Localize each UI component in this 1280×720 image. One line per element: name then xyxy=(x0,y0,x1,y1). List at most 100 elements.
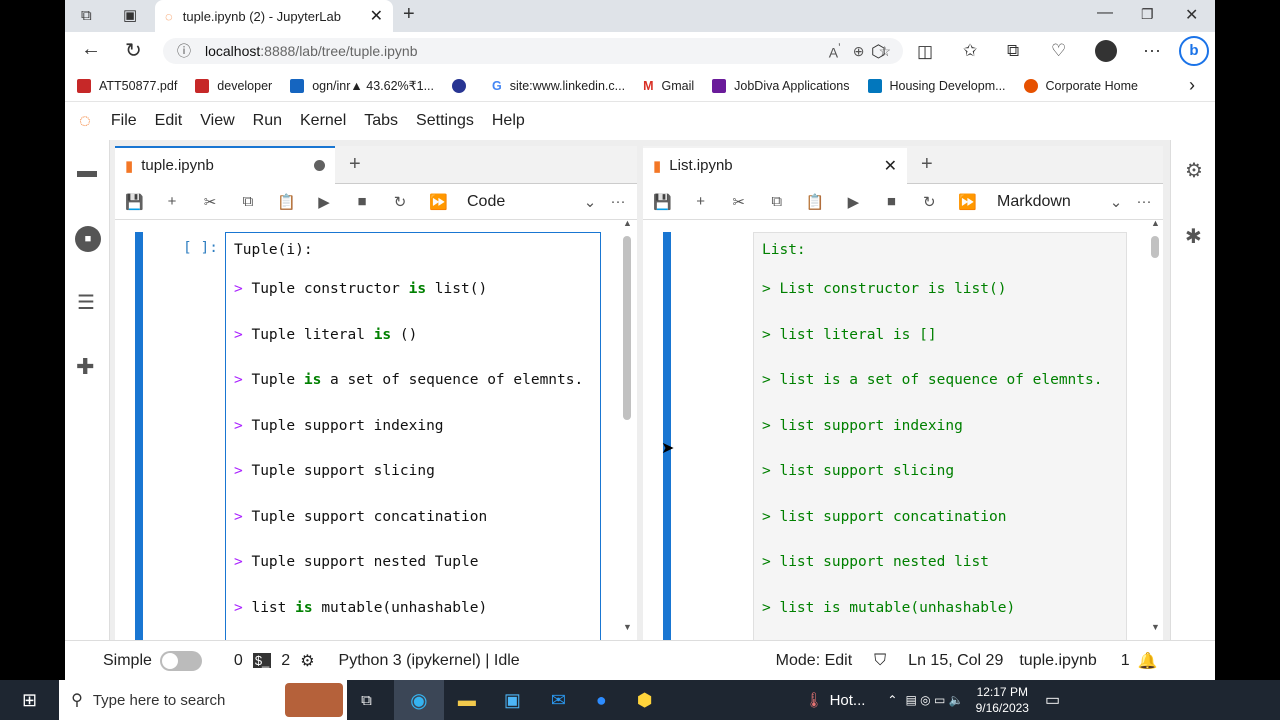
file-explorer-icon[interactable]: ▬ xyxy=(458,690,476,711)
folder-icon[interactable]: ▬ xyxy=(77,160,97,183)
close-icon[interactable]: ✕ xyxy=(884,156,897,176)
split-screen-icon[interactable]: ◫ xyxy=(917,42,933,62)
new-tab-icon[interactable]: + xyxy=(403,3,415,26)
browser-tab[interactable]: ◌ tuple.ipynb (2) - JupyterLab ✕ xyxy=(155,0,393,32)
stop-icon[interactable]: ■ xyxy=(353,193,371,210)
bing-icon[interactable]: b xyxy=(1179,36,1209,66)
bookmark-item[interactable]: ATT50877.pdf xyxy=(77,78,177,93)
restart-icon[interactable]: ↻ xyxy=(391,193,409,211)
bell-icon[interactable]: 🔔 xyxy=(1138,651,1158,671)
cursor-position[interactable]: Ln 15, Col 29 xyxy=(908,652,1003,670)
weather-text[interactable]: Hot... xyxy=(830,692,866,709)
save-icon[interactable]: 💾 xyxy=(125,193,144,211)
running-kernels-icon[interactable]: ■ xyxy=(75,226,101,252)
tab-actions-icon[interactable]: ▣ xyxy=(123,6,137,24)
bookmark-item[interactable]: M Gmail xyxy=(643,79,694,93)
more-options-icon[interactable]: ··· xyxy=(1143,40,1161,61)
favorites-icon[interactable]: ✩ xyxy=(963,41,977,61)
more-icon[interactable]: ··· xyxy=(1135,193,1153,210)
menu-view[interactable]: View xyxy=(200,112,234,130)
simple-mode-toggle[interactable] xyxy=(159,650,202,671)
mail-icon[interactable]: ✉ xyxy=(551,690,566,711)
chevron-right-icon[interactable]: › xyxy=(1189,75,1195,96)
close-tab-icon[interactable]: ✕ xyxy=(370,6,383,26)
insert-cell-icon[interactable]: + xyxy=(163,193,181,210)
cell-type-select[interactable]: Code xyxy=(467,193,561,211)
clock[interactable]: 12:17 PM 9/16/2023 xyxy=(976,684,1029,716)
read-aloud-icon[interactable]: Aʼ xyxy=(829,42,841,61)
bookmark-item[interactable]: JobDiva Applications xyxy=(712,78,850,93)
menu-tabs[interactable]: Tabs xyxy=(364,112,398,130)
scroll-down-icon[interactable]: ▼ xyxy=(1151,622,1160,632)
edge-icon[interactable]: ◉ xyxy=(393,680,444,720)
bookmark-item[interactable]: Corporate Home xyxy=(1023,78,1138,93)
zoom-icon[interactable]: ⊕ xyxy=(853,43,865,60)
notification-center-icon[interactable]: ▭ xyxy=(1045,690,1060,710)
maximize-icon[interactable]: ❐ xyxy=(1141,6,1154,23)
bookmark-item[interactable]: Gsite:www.linkedin.c... xyxy=(492,79,625,93)
tab-tuple-notebook[interactable]: ▮ tuple.ipynb xyxy=(115,146,335,184)
more-icon[interactable]: ··· xyxy=(609,193,627,210)
toc-icon[interactable]: ☰ xyxy=(77,290,95,315)
scroll-up-icon[interactable]: ▲ xyxy=(1151,218,1160,228)
python-icon[interactable]: ⬢ xyxy=(637,690,653,711)
cut-icon[interactable]: ✂ xyxy=(730,193,748,211)
performance-icon[interactable]: ♡ xyxy=(1051,41,1066,61)
run-all-icon[interactable]: ⏩ xyxy=(958,193,977,211)
paste-icon[interactable]: 📋 xyxy=(277,193,296,211)
scroll-down-icon[interactable]: ▼ xyxy=(623,622,632,632)
run-icon[interactable]: ▶ xyxy=(844,193,862,211)
close-window-icon[interactable]: ✕ xyxy=(1185,5,1198,25)
stop-icon[interactable]: ■ xyxy=(882,193,900,210)
scrollbar-thumb[interactable] xyxy=(1151,236,1159,258)
menu-kernel[interactable]: Kernel xyxy=(300,112,346,130)
taskbar-search-box[interactable]: ⚲ Type here to search xyxy=(59,680,348,720)
save-icon[interactable]: 💾 xyxy=(653,193,672,211)
cut-icon[interactable]: ✂ xyxy=(201,193,219,211)
debugger-icon[interactable]: ✱ xyxy=(1185,224,1202,249)
property-inspector-gear-icon[interactable]: ⚙ xyxy=(1185,158,1203,183)
run-all-icon[interactable]: ⏩ xyxy=(429,193,448,211)
zoom-app-icon[interactable]: ● xyxy=(596,690,607,711)
kernel-status[interactable]: Python 3 (ipykernel) | Idle xyxy=(339,652,520,670)
refresh-icon[interactable]: ↻ xyxy=(125,38,142,63)
bookmark-item[interactable] xyxy=(452,78,474,93)
code-cell-editor[interactable]: Tuple(i): > Tuple constructor is list() > … xyxy=(225,232,601,640)
url-input[interactable]: ⓘ localhost:8888/lab/tree/tuple.ipynb Aʼ… xyxy=(163,38,903,64)
unsaved-dot-icon[interactable] xyxy=(314,160,325,171)
show-hidden-icons-chevron[interactable]: ⌃ xyxy=(887,693,897,707)
copy-icon[interactable]: ⧉ xyxy=(239,193,257,210)
extensions-icon[interactable]: ⬡ xyxy=(871,42,886,62)
run-icon[interactable]: ▶ xyxy=(315,193,333,211)
markdown-cell-editor[interactable]: List: > List constructor is list() > list … xyxy=(753,232,1127,640)
minimize-icon[interactable]: — xyxy=(1097,4,1113,22)
new-launcher-icon[interactable]: + xyxy=(349,153,361,176)
copy-icon[interactable]: ⧉ xyxy=(768,193,786,210)
menu-file[interactable]: File xyxy=(111,112,137,130)
menu-settings[interactable]: Settings xyxy=(416,112,474,130)
extensions-puzzle-icon[interactable]: ✚ xyxy=(76,354,94,380)
profile-avatar[interactable] xyxy=(1095,40,1117,62)
menu-edit[interactable]: Edit xyxy=(155,112,183,130)
cell-type-select[interactable]: Markdown xyxy=(997,193,1087,211)
bookmark-item[interactable]: ogn/inr▲ 43.62%₹1... xyxy=(290,78,434,93)
collections-icon[interactable]: ⧉ xyxy=(1007,41,1019,61)
menu-help[interactable]: Help xyxy=(492,112,525,130)
chevron-down-icon[interactable]: ⌄ xyxy=(1107,193,1125,211)
notification-count[interactable]: 1 xyxy=(1121,652,1130,670)
scrollbar-thumb[interactable] xyxy=(623,236,631,420)
bookmark-item[interactable]: developer xyxy=(195,78,272,93)
terminal-count[interactable]: 0 xyxy=(234,652,243,670)
scroll-up-icon[interactable]: ▲ xyxy=(623,218,632,228)
new-launcher-icon[interactable]: + xyxy=(921,153,933,176)
restart-icon[interactable]: ↻ xyxy=(920,193,938,211)
bookmark-item[interactable]: Housing Developm... xyxy=(867,78,1006,93)
windows-start-icon[interactable]: ⊞ xyxy=(22,690,37,711)
tab-list-notebook[interactable]: ▮ List.ipynb ✕ xyxy=(643,146,907,184)
workspaces-icon[interactable]: ⧉ xyxy=(81,7,92,24)
tray-icons[interactable]: ▤ ◎ ▭ 🔈 xyxy=(905,693,963,707)
insert-cell-icon[interactable]: + xyxy=(692,193,710,210)
back-icon[interactable]: ← xyxy=(81,38,101,61)
kernel-count[interactable]: 2 xyxy=(281,652,290,670)
store-icon[interactable]: ▣ xyxy=(504,690,521,711)
